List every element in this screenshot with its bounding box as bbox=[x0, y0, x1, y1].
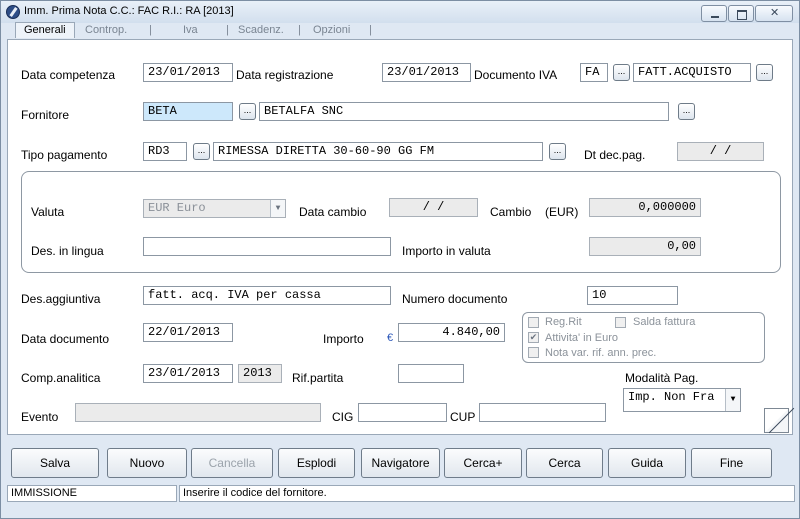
salda-fattura-label: Salda fattura bbox=[633, 316, 696, 328]
salda-fattura-checkbox[interactable] bbox=[615, 317, 626, 328]
tab-separator: | bbox=[226, 24, 229, 36]
data-cambio-field[interactable]: / / bbox=[389, 198, 478, 217]
reg-rit-label: Reg.Rit bbox=[545, 316, 582, 328]
chevron-down-icon: ▼ bbox=[725, 389, 740, 411]
modalita-pag-label: Modalità Pag. bbox=[625, 371, 699, 385]
comp-analitica-label: Comp.analitica bbox=[21, 371, 101, 385]
tab-generali[interactable]: Generali bbox=[15, 22, 75, 38]
valuta-group bbox=[21, 171, 781, 273]
data-documento-label: Data documento bbox=[21, 332, 110, 346]
tab-controp[interactable]: Controp. bbox=[85, 24, 127, 36]
rif-partita-field[interactable] bbox=[398, 364, 464, 383]
documento-iva-code-field[interactable]: FA bbox=[580, 63, 608, 82]
navigatore-button[interactable]: Navigatore bbox=[361, 448, 440, 478]
fornitore-code-field[interactable]: BETA bbox=[143, 102, 233, 121]
des-aggiuntiva-label: Des.aggiuntiva bbox=[21, 292, 101, 306]
evento-label: Evento bbox=[21, 410, 59, 424]
tab-bar: Generali Controp. | Iva | Scadenz. | Opz… bbox=[7, 22, 795, 39]
tipo-pagamento-desc-field[interactable]: RIMESSA DIRETTA 30-60-90 GG FM bbox=[213, 142, 543, 161]
dt-dec-pag-field[interactable]: / / bbox=[677, 142, 764, 161]
window-title: Imm. Prima Nota C.C.: FAC R.I.: RA [2013… bbox=[24, 5, 234, 17]
data-cambio-label: Data cambio bbox=[299, 205, 367, 219]
importo-in-valuta-label: Importo in valuta bbox=[402, 244, 491, 258]
salva-button[interactable]: Salva bbox=[11, 448, 99, 478]
tab-separator: | bbox=[369, 24, 372, 36]
importo-field[interactable]: 4.840,00 bbox=[398, 323, 505, 342]
cancella-button[interactable]: Cancella bbox=[191, 448, 273, 478]
importo-label: Importo bbox=[323, 332, 364, 346]
cig-field[interactable] bbox=[358, 403, 447, 422]
data-registrazione-field[interactable]: 23/01/2013 bbox=[382, 63, 471, 82]
cup-label: CUP bbox=[450, 410, 476, 424]
cambio-field[interactable]: 0,000000 bbox=[589, 198, 701, 217]
modalita-pag-dropdown[interactable]: Imp. Non Fra ▼ bbox=[623, 388, 741, 412]
esplodi-button[interactable]: Esplodi bbox=[278, 448, 355, 478]
comp-analitica-year-field[interactable]: 2013 bbox=[238, 364, 282, 383]
des-in-lingua-field[interactable] bbox=[143, 237, 391, 256]
cambio-unit-label: (EUR) bbox=[545, 205, 579, 219]
cerca-plus-button[interactable]: Cerca+ bbox=[444, 448, 522, 478]
tipo-pagamento-desc-lookup-button[interactable] bbox=[549, 143, 566, 160]
nota-var-label: Nota var. rif. ann. prec. bbox=[545, 347, 657, 359]
valuta-dropdown[interactable]: EUR Euro ▼ bbox=[143, 199, 286, 218]
app-icon bbox=[6, 5, 20, 19]
title-bar[interactable]: Imm. Prima Nota C.C.: FAC R.I.: RA [2013… bbox=[1, 1, 799, 23]
valuta-value: EUR Euro bbox=[148, 201, 206, 215]
cerca-button[interactable]: Cerca bbox=[526, 448, 603, 478]
close-button[interactable] bbox=[755, 5, 793, 22]
fornitore-lookup-button[interactable] bbox=[239, 103, 256, 120]
des-in-lingua-label: Des. in lingua bbox=[31, 244, 104, 258]
fornitore-name-lookup-button[interactable] bbox=[678, 103, 695, 120]
minimize-button[interactable] bbox=[701, 5, 727, 22]
tipo-pagamento-lookup-button[interactable] bbox=[193, 143, 210, 160]
tab-separator: | bbox=[149, 24, 152, 36]
guida-button[interactable]: Guida bbox=[608, 448, 686, 478]
maximize-button[interactable] bbox=[728, 5, 754, 22]
des-aggiuntiva-field[interactable]: fatt. acq. IVA per cassa bbox=[143, 286, 391, 305]
fine-button[interactable]: Fine bbox=[691, 448, 772, 478]
fornitore-label: Fornitore bbox=[21, 108, 70, 122]
nuovo-button[interactable]: Nuovo bbox=[107, 448, 187, 478]
nota-var-checkbox[interactable] bbox=[528, 347, 539, 358]
cambio-label: Cambio bbox=[490, 205, 532, 219]
cig-label: CIG bbox=[332, 410, 354, 424]
rif-partita-label: Rif.partita bbox=[292, 371, 344, 385]
tipo-pagamento-label: Tipo pagamento bbox=[21, 148, 108, 162]
documento-iva-label: Documento IVA bbox=[474, 68, 558, 82]
cup-field[interactable] bbox=[479, 403, 606, 422]
status-message: Inserire il codice del fornitore. bbox=[179, 485, 795, 502]
comp-analitica-field[interactable]: 23/01/2013 bbox=[143, 364, 233, 383]
tab-scadenz[interactable]: Scadenz. bbox=[238, 24, 284, 36]
valuta-label: Valuta bbox=[31, 205, 65, 219]
numero-documento-label: Numero documento bbox=[402, 292, 508, 306]
corner-fold-icon[interactable] bbox=[764, 408, 789, 433]
main-window: Imm. Prima Nota C.C.: FAC R.I.: RA [2013… bbox=[0, 0, 800, 519]
tab-opzioni[interactable]: Opzioni bbox=[313, 24, 350, 36]
tipo-pagamento-code-field[interactable]: RD3 bbox=[143, 142, 187, 161]
documento-iva-lookup-button[interactable] bbox=[613, 64, 630, 81]
data-competenza-field[interactable]: 23/01/2013 bbox=[143, 63, 233, 82]
tab-iva[interactable]: Iva bbox=[183, 24, 198, 36]
data-registrazione-label: Data registrazione bbox=[236, 68, 334, 82]
evento-field[interactable] bbox=[75, 403, 321, 422]
attivita-in-euro-label: Attivita' in Euro bbox=[545, 332, 619, 344]
fornitore-name-field[interactable]: BETALFA SNC bbox=[259, 102, 669, 121]
numero-documento-field[interactable]: 10 bbox=[587, 286, 678, 305]
reg-rit-checkbox[interactable] bbox=[528, 317, 539, 328]
dt-dec-pag-label: Dt dec.pag. bbox=[584, 148, 646, 162]
documento-iva-desc-lookup-button[interactable] bbox=[756, 64, 773, 81]
tab-separator: | bbox=[298, 24, 301, 36]
documento-iva-desc-field[interactable]: FATT.ACQUISTO bbox=[633, 63, 751, 82]
attivita-in-euro-checkbox[interactable]: ✔ bbox=[528, 332, 539, 343]
modalita-pag-value: Imp. Non Fra bbox=[628, 390, 715, 404]
data-competenza-label: Data competenza bbox=[21, 68, 116, 82]
importo-in-valuta-field[interactable]: 0,00 bbox=[589, 237, 701, 256]
chevron-down-icon: ▼ bbox=[270, 200, 285, 217]
status-mode: IMMISSIONE bbox=[7, 485, 177, 502]
euro-icon: € bbox=[387, 332, 394, 344]
data-documento-field[interactable]: 22/01/2013 bbox=[143, 323, 233, 342]
